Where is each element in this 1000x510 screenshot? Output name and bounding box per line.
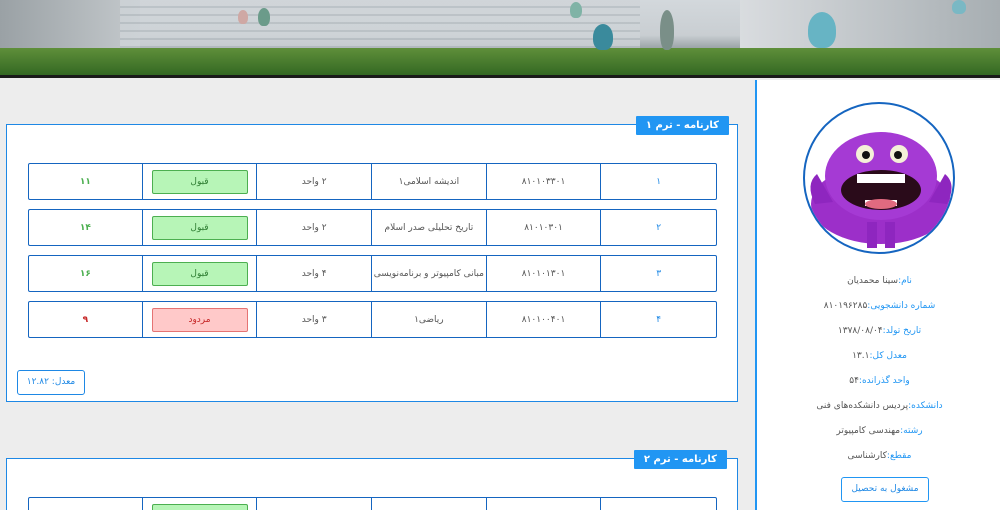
- course-code-cell: ۸۱۰۱۰۳۳۰۱: [487, 164, 602, 199]
- course-row: ۹ مردود ۳ واحد ریاضی۱ ۸۱۰۱۰۰۴۰۱ ۴: [28, 301, 717, 338]
- pass-badge: قبول: [151, 261, 248, 286]
- info-birth-date: تاریخ تولد:۱۳۷۸/۰۸/۰۴: [837, 326, 922, 336]
- row-number-cell: ۳: [656, 268, 662, 279]
- row-number-cell: [601, 498, 716, 510]
- header-banner: [0, 0, 1000, 78]
- course-row: ۱۱ قبول ۲ واحد اندیشه اسلامی۱ ۸۱۰۱۰۳۳۰۱ …: [28, 163, 717, 200]
- course-row: ۱۶ قبول ۴ واحد مبانی کامپیوتر و برنامه‌ن…: [28, 255, 717, 292]
- course-name-cell: اندیشه اسلامی۱: [372, 164, 487, 199]
- pass-badge: قبول: [151, 215, 248, 240]
- info-student-id: شماره دانشجویی:۸۱۰۱۹۶۲۸۵: [823, 301, 936, 311]
- status-cell: قبول: [143, 164, 258, 199]
- term-2-panel: کارنامه - ترم ۲: [6, 450, 738, 510]
- course-name-cell: [372, 498, 487, 510]
- info-degree: مقطع:کارشناسی: [847, 451, 912, 461]
- units-cell: ۲ واحد: [257, 164, 373, 199]
- course-name-cell: تاریخ تحلیلی صدر اسلام: [372, 210, 487, 245]
- row-number-cell: ۴: [656, 314, 662, 325]
- status-cell: قبول: [143, 210, 258, 245]
- row-number-cell: ۲: [656, 222, 662, 233]
- course-name-cell: ریاضی۱: [372, 302, 487, 337]
- course-code-cell: ۸۱۰۱۰۰۴۰۱: [487, 302, 602, 337]
- course-row: [28, 497, 717, 510]
- course-code-cell: ۸۱۰۱۰۱۳۰۱: [487, 256, 602, 291]
- units-cell: ۴ واحد: [257, 256, 373, 291]
- grade-cell: ۱۱: [29, 164, 143, 199]
- status-cell: مردود: [143, 302, 258, 337]
- pass-badge: [151, 503, 248, 510]
- status-button[interactable]: مشغول به تحصیل: [841, 477, 929, 502]
- course-name-cell: مبانی کامپیوتر و برنامه‌نویسی: [372, 256, 487, 291]
- course-row: ۱۴ قبول ۲ واحد تاریخ تحلیلی صدر اسلام ۸۱…: [28, 209, 717, 246]
- grade-cell: [29, 498, 143, 510]
- info-gpa: معدل کل:۱۳.۱: [852, 351, 907, 361]
- info-name: نام:سینا محمدیان: [847, 276, 912, 286]
- monster-avatar-image: [810, 132, 952, 248]
- row-number-cell: ۱: [656, 176, 662, 187]
- term-2-title: کارنامه - ترم ۲: [633, 450, 727, 469]
- status-cell: [143, 498, 258, 510]
- units-cell: ۲ واحد: [257, 210, 373, 245]
- status-cell: قبول: [143, 256, 258, 291]
- units-cell: ۳ واحد: [257, 302, 373, 337]
- grade-cell: ۹: [29, 302, 143, 337]
- grade-cell: ۱۶: [29, 256, 143, 291]
- profile-sidebar: نام:سینا محمدیان شماره دانشجویی:۸۱۰۱۹۶۲۸…: [755, 80, 1000, 510]
- grade-cell: ۱۴: [29, 210, 143, 245]
- info-major: رشته:مهندسی کامپیوتر: [836, 426, 923, 436]
- course-code-cell: [487, 498, 602, 510]
- course-code-cell: ۸۱۰۱۰۳۰۱: [487, 210, 602, 245]
- units-cell: [257, 498, 373, 510]
- term-1-title: کارنامه - ترم ۱: [635, 116, 729, 135]
- info-faculty: دانشکده:پردیس دانشکده‌های فنی: [816, 401, 943, 411]
- average-button[interactable]: معدل: ۱۲.۸۲: [17, 370, 85, 395]
- term-1-panel: کارنامه - ترم ۱ ۱۱ قبول ۲ واحد اندیشه اس…: [6, 116, 738, 402]
- pass-badge: قبول: [151, 169, 248, 194]
- avatar: [803, 102, 955, 254]
- fail-badge: مردود: [151, 307, 248, 332]
- info-passed-units: واحد گذرانده:۵۴: [849, 376, 910, 386]
